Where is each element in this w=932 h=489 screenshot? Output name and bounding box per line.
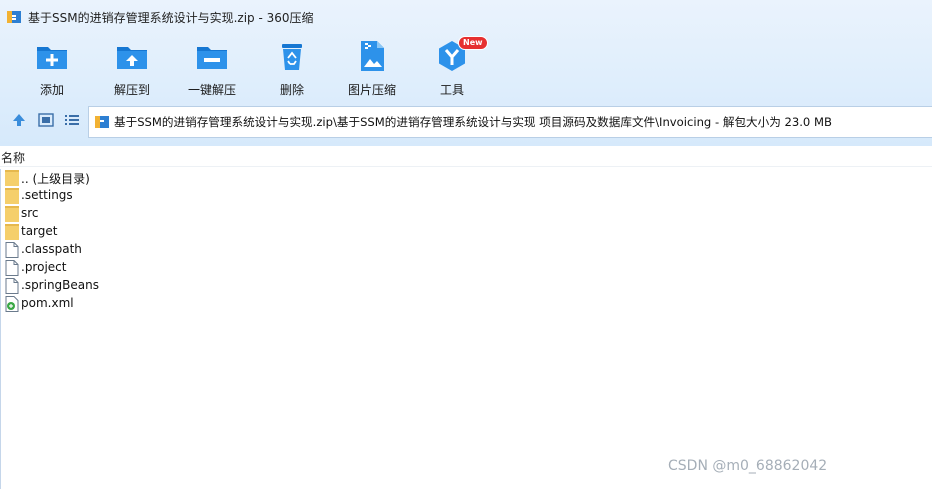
one-click-extract-icon xyxy=(196,40,228,72)
file-name: .settings xyxy=(21,188,73,202)
file-name: .classpath xyxy=(21,242,82,256)
image-compress-button[interactable]: 图片压缩 xyxy=(332,38,412,98)
up-arrow-icon[interactable] xyxy=(11,112,27,128)
list-item-springbeans[interactable]: .springBeans xyxy=(1,277,301,295)
toolbar: 添加 解压到 一键解压 删除 图片压缩 New 工具 xyxy=(0,34,932,98)
zip-file-icon xyxy=(94,114,110,130)
delete-button[interactable]: 删除 xyxy=(252,38,332,98)
tools-button[interactable]: New 工具 xyxy=(412,36,492,98)
file-icon xyxy=(5,278,19,294)
file-name: .project xyxy=(21,260,67,274)
tools-label: 工具 xyxy=(439,83,464,97)
file-name: .. (上级目录) xyxy=(21,172,90,186)
xml-file-icon xyxy=(5,296,19,312)
list-view-icon[interactable] xyxy=(64,112,80,128)
window-title: 基于SSM的进销存管理系统设计与实现.zip - 360压缩 xyxy=(28,10,314,25)
delete-label: 删除 xyxy=(279,83,304,97)
list-item-classpath[interactable]: .classpath xyxy=(1,241,301,259)
file-icon xyxy=(5,260,19,276)
list-item-pom[interactable]: pom.xml xyxy=(1,295,301,313)
new-badge: New xyxy=(458,36,488,50)
folder-icon xyxy=(5,170,19,186)
list-item-parent-dir[interactable]: .. (上级目录) xyxy=(1,169,301,187)
file-name: .springBeans xyxy=(21,278,99,292)
extract-folder-icon xyxy=(116,40,148,72)
folder-icon xyxy=(5,206,19,222)
window-chrome: 基于SSM的进销存管理系统设计与实现.zip - 360压缩 添加 解压到 一键… xyxy=(0,0,932,146)
file-name: pom.xml xyxy=(21,296,74,310)
address-path: 基于SSM的进销存管理系统设计与实现.zip\基于SSM的进销存管理系统设计与实… xyxy=(114,115,832,129)
address-bar[interactable]: 基于SSM的进销存管理系统设计与实现.zip\基于SSM的进销存管理系统设计与实… xyxy=(88,106,932,138)
one-click-extract-button[interactable]: 一键解压 xyxy=(172,38,252,98)
file-name: src xyxy=(21,206,39,220)
list-item-settings[interactable]: .settings xyxy=(1,187,301,205)
add-button[interactable]: 添加 xyxy=(12,38,92,98)
image-compress-label: 图片压缩 xyxy=(347,83,396,97)
file-name: target xyxy=(21,224,58,238)
title-bar: 基于SSM的进销存管理系统设计与实现.zip - 360压缩 xyxy=(0,0,932,34)
file-icon xyxy=(5,242,19,258)
folder-icon xyxy=(5,188,19,204)
add-label: 添加 xyxy=(39,83,64,97)
watermark: CSDN @m0_68862042 xyxy=(668,458,828,474)
list-item-src[interactable]: src xyxy=(1,205,301,223)
archive-icon xyxy=(6,9,22,25)
add-folder-icon xyxy=(36,40,68,72)
extract-to-label: 解压到 xyxy=(113,83,150,97)
one-click-extract-label: 一键解压 xyxy=(187,83,236,97)
list-item-target[interactable]: target xyxy=(1,223,301,241)
recycle-delete-icon xyxy=(276,40,308,72)
image-compress-icon xyxy=(356,40,388,72)
list-item-project[interactable]: .project xyxy=(1,259,301,277)
file-list: .. (上级目录) .settings src target .classpat… xyxy=(0,169,932,489)
thumbnail-view-icon[interactable] xyxy=(38,112,54,128)
list-header: 名称 xyxy=(0,146,932,167)
navigation-bar: 基于SSM的进销存管理系统设计与实现.zip\基于SSM的进销存管理系统设计与实… xyxy=(0,104,932,138)
extract-to-button[interactable]: 解压到 xyxy=(92,38,172,98)
column-name-header[interactable]: 名称 xyxy=(1,149,25,166)
folder-icon xyxy=(5,224,19,240)
